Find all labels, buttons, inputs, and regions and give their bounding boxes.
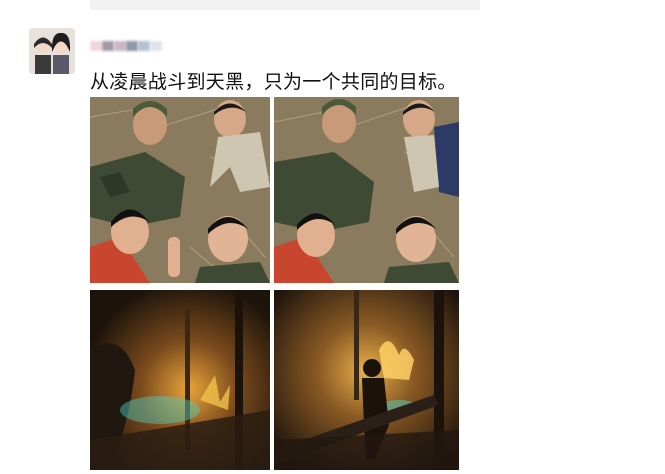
username-blur-block: [102, 41, 114, 51]
photo-fire-1[interactable]: [90, 290, 270, 470]
username-blur-block: [114, 41, 126, 51]
top-strip: [90, 0, 480, 10]
post-text: 从凌晨战斗到天黑，只为一个共同的目标。: [90, 71, 457, 93]
avatar[interactable]: [29, 28, 75, 74]
photo-selfie-1[interactable]: [90, 97, 270, 283]
username-blurred[interactable]: [90, 41, 162, 53]
username-blur-block: [90, 41, 102, 51]
username-blur-block: [138, 41, 150, 51]
username-blur-block: [150, 41, 162, 51]
photo-fire-2[interactable]: [274, 290, 459, 470]
photo-selfie-2[interactable]: [274, 97, 459, 283]
username-blur-block: [126, 41, 138, 51]
